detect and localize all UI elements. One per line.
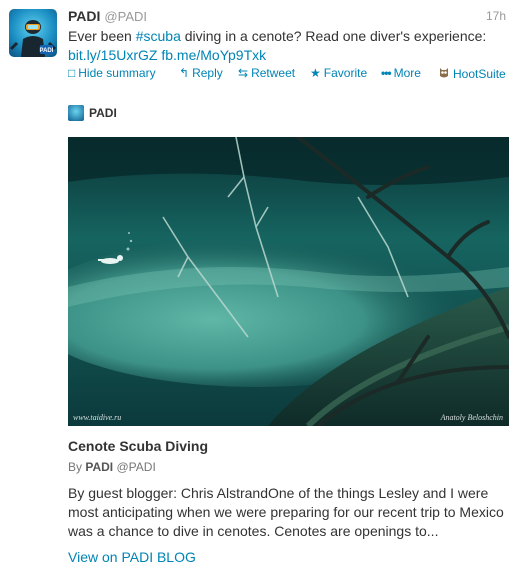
retweet-button[interactable]: ⇆ Retweet xyxy=(238,66,295,80)
reply-button[interactable]: ↰ Reply xyxy=(179,66,223,80)
favorite-label: Favorite xyxy=(323,66,368,80)
card-author-avatar xyxy=(68,105,84,121)
card-summary: By guest blogger: Chris AlstrandOne of t… xyxy=(68,485,504,539)
tweet-text-end: diving in a cenote? Read one diver's exp… xyxy=(180,28,487,44)
watermark-right: Anatoly Beloshchin xyxy=(440,413,503,422)
author-name[interactable]: PADI xyxy=(68,8,100,24)
byline-prefix: By xyxy=(68,460,83,474)
owl-icon xyxy=(438,66,450,82)
hide-summary-label: Hide summary xyxy=(78,66,156,80)
hootsuite-label: HootSuite xyxy=(453,67,506,81)
author-handle[interactable]: @PADI xyxy=(104,9,147,24)
hashtag-link[interactable]: #scuba xyxy=(136,28,181,44)
hootsuite-button[interactable]: HootSuite xyxy=(438,66,506,82)
card-photo[interactable]: www.taidive.ru Anatoly Beloshchin xyxy=(68,137,509,426)
short-link-fb[interactable]: fb.me/MoYp9Txk xyxy=(161,47,266,63)
reply-arrow-icon: ↰ xyxy=(179,66,190,80)
avatar[interactable]: PADI xyxy=(9,9,57,57)
watermark-left: www.taidive.ru xyxy=(73,413,122,422)
byline-name[interactable]: PADI xyxy=(85,460,113,474)
tweet-timestamp[interactable]: 17h xyxy=(486,9,506,23)
tweet-actions: □ Hide summary ↰ Reply ⇆ Retweet ★ Favorite … xyxy=(68,66,513,82)
svg-text:PADI: PADI xyxy=(40,48,54,54)
favorite-button[interactable]: ★ Favorite xyxy=(310,66,367,80)
document-icon: □ xyxy=(68,66,76,80)
card-author-name: PADI xyxy=(89,106,117,120)
card-byline: By PADI @PADI xyxy=(68,460,156,474)
diver-avatar-image: PADI xyxy=(9,20,57,57)
reply-label: Reply xyxy=(192,66,223,80)
star-icon: ★ xyxy=(310,66,321,80)
more-button[interactable]: ••• More xyxy=(381,66,421,80)
tweet-text: Ever been #scuba diving in a cenote? Rea… xyxy=(68,27,508,65)
card-title[interactable]: Cenote Scuba Diving xyxy=(68,438,208,454)
hide-summary-button[interactable]: □ Hide summary xyxy=(68,66,156,80)
tweet-header: PADI @PADI 17h xyxy=(68,8,506,26)
short-link-bitly[interactable]: bit.ly/15UxrGZ xyxy=(68,47,157,63)
cenote-underwater-image xyxy=(68,137,509,426)
byline-handle[interactable]: @PADI xyxy=(116,460,155,474)
more-label: More xyxy=(393,66,421,80)
dots-icon: ••• xyxy=(381,66,392,80)
card-author[interactable]: PADI xyxy=(68,103,117,123)
retweet-label: Retweet xyxy=(251,66,296,80)
retweet-icon: ⇆ xyxy=(238,66,249,80)
view-on-blog-link[interactable]: View on PADI BLOG xyxy=(68,549,196,565)
tweet-text-start: Ever been xyxy=(68,28,136,44)
